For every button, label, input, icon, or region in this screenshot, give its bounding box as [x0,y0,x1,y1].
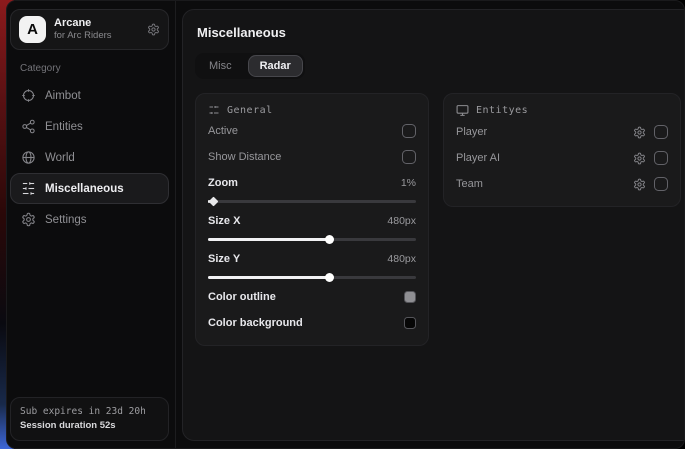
sub-expires-text: Sub expires in 23d 20h [20,405,159,419]
general-card-title: General [227,105,273,116]
slider-thumb[interactable] [325,235,334,244]
sidebar: A Arcane for Arc Riders Category Aimbot [7,1,176,448]
size-x-slider[interactable] [208,234,416,244]
toggle-label: Show Distance [208,151,281,163]
gear-icon [21,212,36,227]
entity-label: Player [456,126,487,138]
general-card: General Active Show Distance Zoom 1% [195,93,429,346]
sidebar-item-settings[interactable]: Settings [10,204,169,235]
entities-card-title: Entityes [476,105,528,116]
entities-card-header: Entityes [456,104,668,117]
toggle-label: Active [208,125,238,137]
slider-row-zoom: Zoom 1% [208,172,416,194]
tab-bar: Misc Radar [195,53,305,79]
sidebar-item-label: Miscellaneous [45,183,124,195]
slider-label: Zoom [208,177,238,189]
app-window: A Arcane for Arc Riders Category Aimbot [6,0,685,449]
entity-controls [633,151,668,165]
color-outline-swatch[interactable] [404,291,416,303]
main-area: Miscellaneous Misc Radar General Active [176,1,685,448]
entity-label: Team [456,178,483,190]
general-card-header: General [208,104,416,116]
show-distance-checkbox[interactable] [402,150,416,164]
app-subtitle: for Arc Riders [54,30,139,42]
category-label: Category [20,63,169,74]
brand-text: Arcane for Arc Riders [54,17,139,43]
color-row-outline: Color outline [208,286,416,308]
sidebar-item-entities[interactable]: Entities [10,111,169,142]
sliders-mini-icon [208,104,220,116]
entity-row-player: Player [456,121,668,143]
entity-settings-gear-icon[interactable] [633,126,646,139]
tab-radar[interactable]: Radar [248,55,303,77]
sidebar-item-aimbot[interactable]: Aimbot [10,80,169,111]
slider-fill [208,276,329,279]
slider-thumb[interactable] [325,273,334,282]
slider-value: 1% [401,177,416,189]
globe-icon [21,150,36,165]
slider-label: Size Y [208,253,240,265]
slider-fill [208,238,329,241]
zoom-slider[interactable] [208,196,416,206]
sidebar-item-label: Settings [45,214,87,226]
sidebar-item-label: World [45,152,75,164]
entities-network-icon [21,119,36,134]
entity-controls [633,177,668,191]
app-logo: A [19,16,46,43]
entity-settings-gear-icon[interactable] [633,152,646,165]
sidebar-nav: Aimbot Entities World Miscellaneous [10,80,169,235]
slider-track [208,200,416,203]
size-y-slider[interactable] [208,272,416,282]
sidebar-item-label: Entities [45,121,83,133]
brand-gear-icon[interactable] [147,23,160,36]
crosshair-icon [21,88,36,103]
cards-row: General Active Show Distance Zoom 1% [195,93,681,346]
content-panel: Miscellaneous Misc Radar General Active [182,9,685,441]
team-checkbox[interactable] [654,177,668,191]
entity-label: Player AI [456,152,500,164]
color-label: Color outline [208,291,276,303]
slider-value: 480px [387,215,416,227]
session-duration-text: Session duration 52s [20,419,159,433]
player-ai-checkbox[interactable] [654,151,668,165]
sidebar-item-world[interactable]: World [10,142,169,173]
sidebar-item-miscellaneous[interactable]: Miscellaneous [10,173,169,204]
slider-label: Size X [208,215,240,227]
entity-row-player-ai: Player AI [456,147,668,169]
tab-misc[interactable]: Misc [197,55,244,77]
page-title: Miscellaneous [197,25,681,40]
entities-card: Entityes Player Player AI [443,93,681,207]
sidebar-item-label: Aimbot [45,90,81,102]
color-row-background: Color background [208,312,416,334]
entity-controls [633,125,668,139]
monitor-icon [456,104,469,117]
player-checkbox[interactable] [654,125,668,139]
color-label: Color background [208,317,303,329]
active-checkbox[interactable] [402,124,416,138]
brand-card: A Arcane for Arc Riders [10,9,169,50]
slider-thumb[interactable] [209,197,219,207]
sliders-icon [21,181,36,196]
app-name: Arcane [54,17,139,31]
entity-row-team: Team [456,173,668,195]
slider-row-size-y: Size Y 480px [208,248,416,270]
subscription-info-card: Sub expires in 23d 20h Session duration … [10,397,169,442]
toggle-row-active: Active [208,120,416,142]
entity-settings-gear-icon[interactable] [633,178,646,191]
toggle-row-show-distance: Show Distance [208,146,416,168]
slider-row-size-x: Size X 480px [208,210,416,232]
slider-value: 480px [387,253,416,265]
color-background-swatch[interactable] [404,317,416,329]
